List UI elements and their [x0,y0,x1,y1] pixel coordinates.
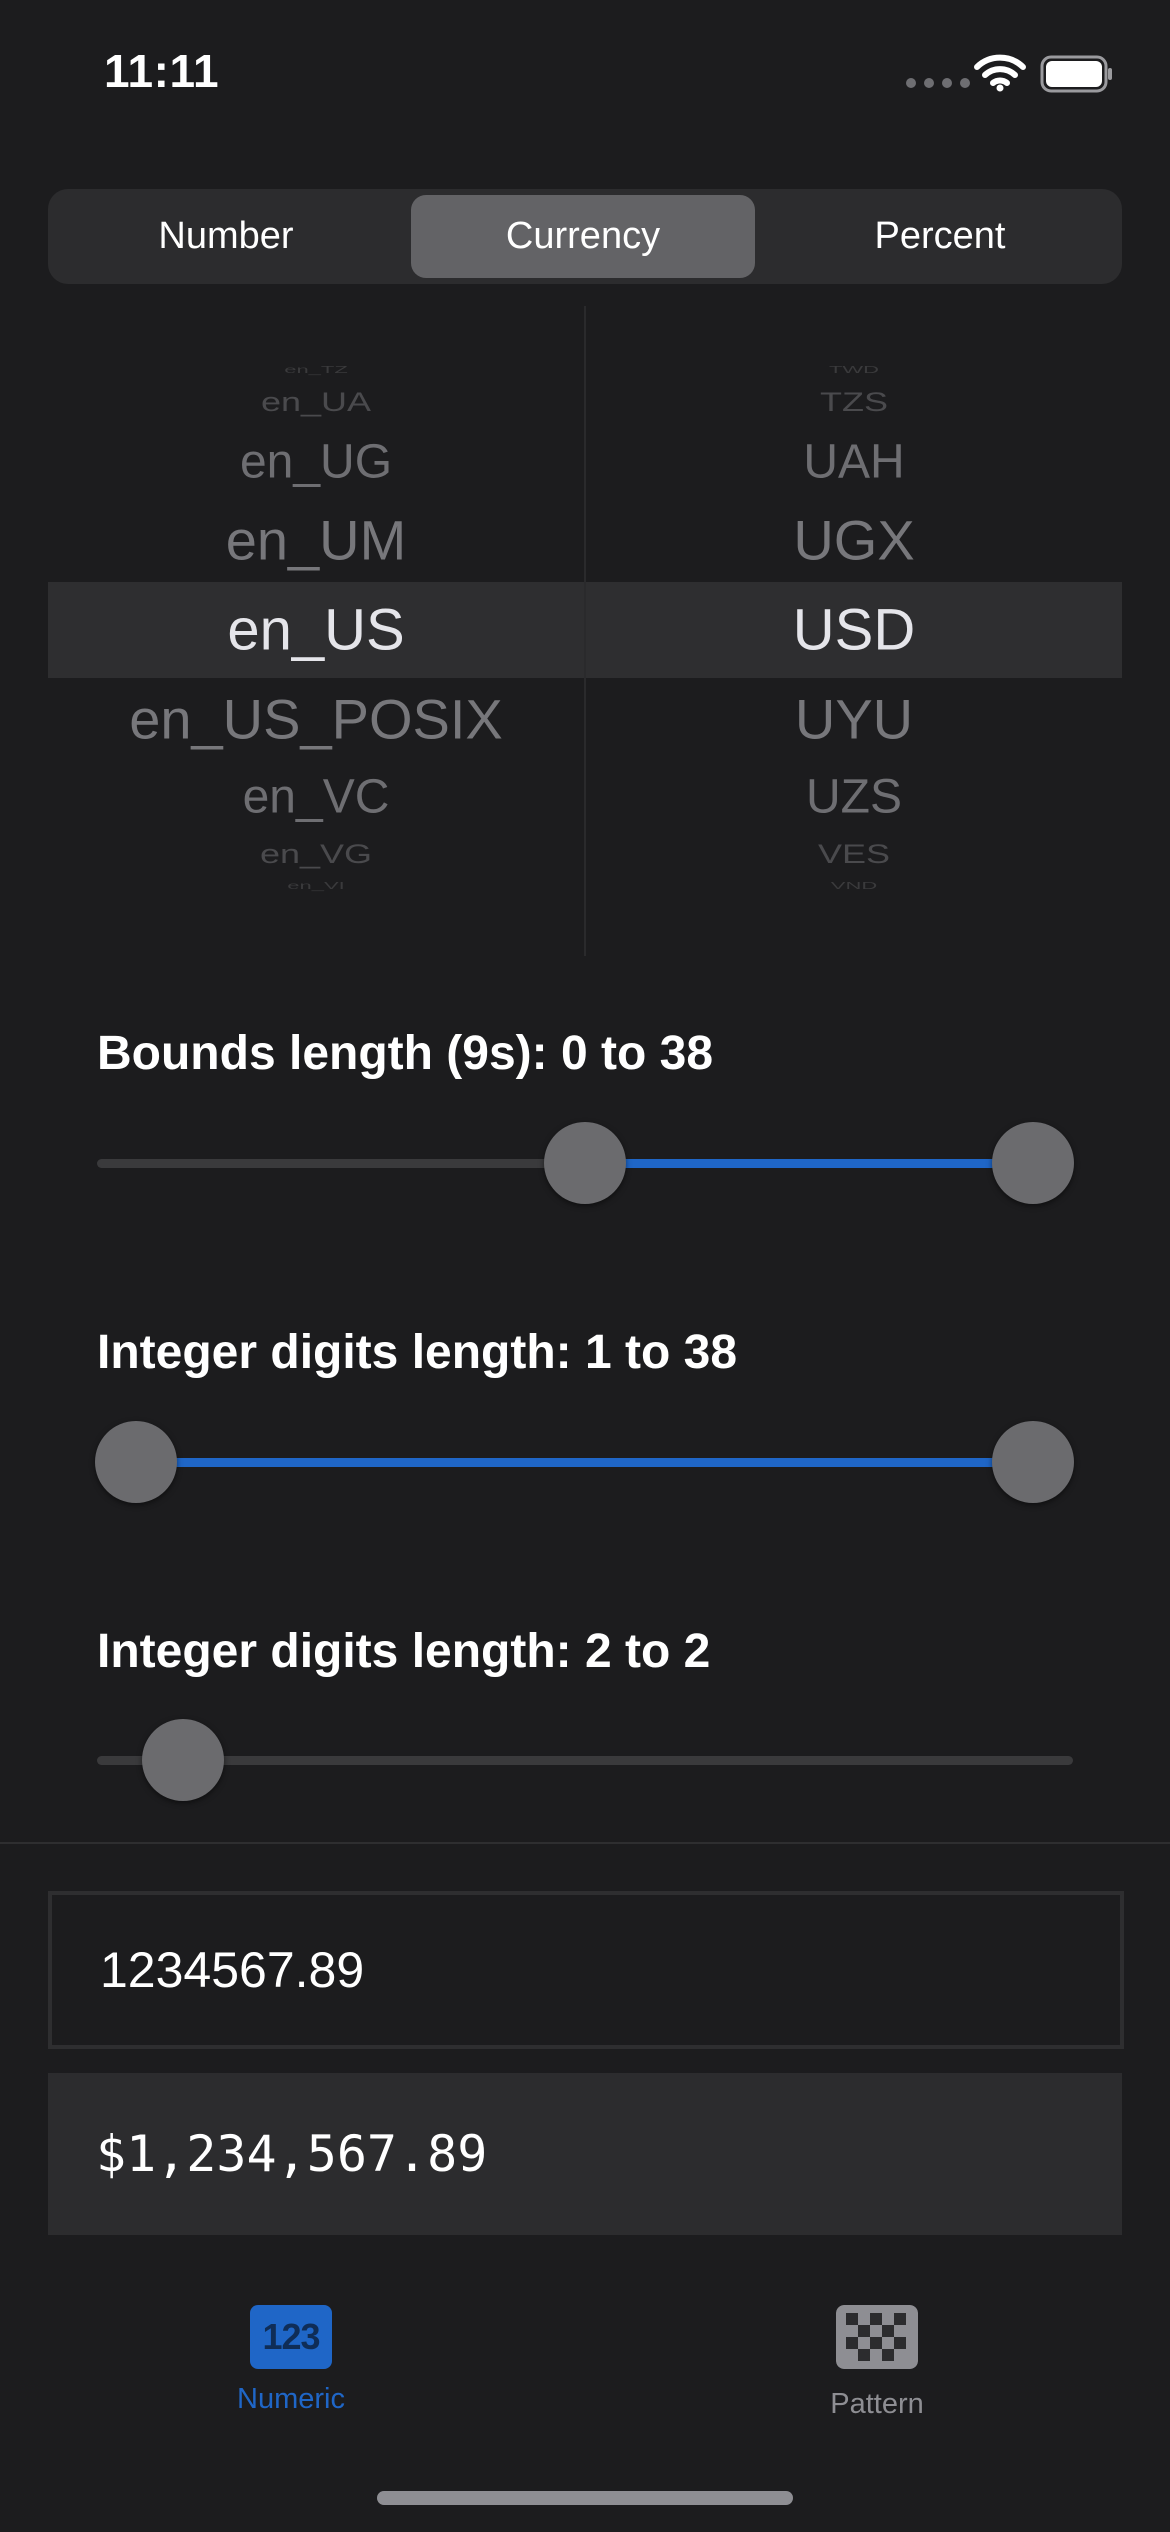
locale-picker-item[interactable]: en_TZ [48,364,584,376]
formatted-output: $1,234,567.89 [48,2073,1122,2235]
bounds-length-slider-fill [585,1159,1033,1168]
integer-digits-fixed-slider-track[interactable] [97,1756,1073,1765]
battery-icon [1040,55,1112,93]
segment-currency[interactable]: Currency [411,195,755,278]
cellular-signal-icon [906,78,970,88]
locale-picker-wheel[interactable]: en_TZ en_UA en_UG en_UM en_US en_US_POSI… [48,306,584,956]
locale-picker-item[interactable]: en_UA [48,386,584,418]
home-indicator[interactable] [377,2491,793,2505]
bounds-length-lower-thumb[interactable] [544,1122,626,1204]
segment-percent[interactable]: Percent [768,195,1112,278]
status-time: 11:11 [104,45,220,97]
wifi-icon [974,54,1026,92]
currency-picker-item[interactable]: UZS [586,770,1122,825]
integer-digits-range-slider-fill [136,1458,1032,1467]
currency-picker-item[interactable]: VND [586,880,1122,892]
segment-number[interactable]: Number [54,195,398,278]
locale-picker-item[interactable]: en_UG [48,435,584,490]
locale-picker-item[interactable]: en_VG [48,838,584,870]
integer-digits-lower-thumb[interactable] [95,1421,177,1503]
format-style-segmented-control: Number Currency Percent [48,189,1122,284]
tab-pattern-label: Pattern [830,2388,924,2420]
currency-picker-item[interactable]: UGX [586,508,1122,573]
integer-digits-range-label: Integer digits length: 1 to 38 [97,1326,738,1379]
integer-digits-fixed-label: Integer digits length: 2 to 2 [97,1625,711,1678]
locale-picker-item[interactable]: en_US_POSIX [48,687,584,752]
integer-digits-upper-thumb[interactable] [992,1421,1074,1503]
tab-numeric-label: Numeric [237,2383,345,2415]
formatted-output-value: $1,234,567.89 [96,2125,488,2183]
currency-picker-item[interactable]: UYU [586,687,1122,752]
number-input-value[interactable]: 1234567.89 [100,1941,364,1999]
currency-picker-item[interactable]: VES [586,838,1122,870]
integer-digits-fixed-thumb[interactable] [142,1719,224,1801]
tab-numeric[interactable]: 123 Numeric [141,2305,441,2416]
currency-picker-item[interactable]: UAH [586,435,1122,490]
locale-picker-item[interactable]: en_VI [48,880,584,892]
bounds-length-upper-thumb[interactable] [992,1122,1074,1204]
bounds-length-label: Bounds length (9s): 0 to 38 [97,1027,714,1080]
number-input-field[interactable]: 1234567.89 [48,1891,1124,2049]
currency-picker-item[interactable]: TZS [586,386,1122,418]
section-separator [0,1842,1170,1844]
currency-picker-item[interactable]: TWD [586,364,1122,376]
currency-picker-selected-item[interactable]: USD [586,597,1122,664]
tab-pattern[interactable]: Pattern [727,2305,1027,2421]
currency-picker-wheel[interactable]: TWD TZS UAH UGX USD UYU UZS VES VND [586,306,1122,956]
locale-picker-selected-item[interactable]: en_US [48,597,584,664]
locale-picker-item[interactable]: en_VC [48,770,584,825]
checkerboard-icon [836,2305,918,2369]
numeric-icon: 123 [250,2305,332,2369]
locale-picker-item[interactable]: en_UM [48,508,584,573]
